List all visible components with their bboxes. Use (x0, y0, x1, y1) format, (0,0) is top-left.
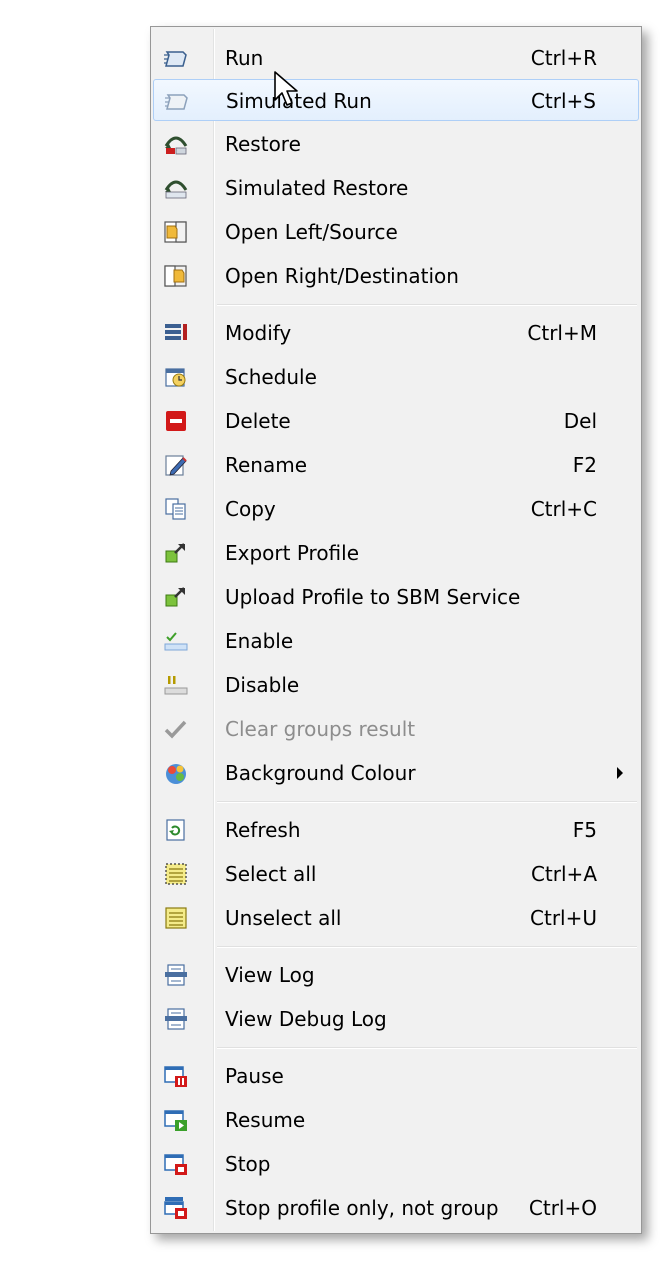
disable-icon (163, 673, 189, 697)
menu-item-label: Open Right/Destination (225, 264, 459, 288)
menu-item-label: Refresh (225, 818, 301, 842)
restore-icon (163, 132, 189, 156)
simulated-restore-icon (163, 176, 189, 200)
menu-item-label: Restore (225, 132, 301, 156)
delete-icon (163, 409, 189, 433)
menu-separator (217, 1047, 637, 1049)
menu-item-open-right-destination[interactable]: Open Right/Destination (153, 255, 639, 297)
menu-item-label: Stop profile only, not group (225, 1196, 499, 1220)
menu-item-label: Upload Profile to SBM Service (225, 585, 521, 609)
menu-item-pause[interactable]: Pause (153, 1055, 639, 1097)
refresh-icon (163, 818, 189, 842)
menu-item-modify[interactable]: Modify Ctrl+M (153, 312, 639, 354)
menu-item-label: Clear groups result (225, 717, 416, 741)
context-menu: Run Ctrl+R Simulated Run Ctrl+S Restore … (150, 26, 642, 1234)
menu-item-simulated-run[interactable]: Simulated Run Ctrl+S (153, 79, 639, 121)
menu-item-label: Resume (225, 1108, 306, 1132)
shortcut-text: Ctrl+M (527, 321, 597, 345)
menu-item-upload-profile[interactable]: Upload Profile to SBM Service (153, 576, 639, 618)
modify-icon (163, 321, 189, 345)
menu-item-restore[interactable]: Restore (153, 123, 639, 165)
enable-icon (163, 629, 189, 653)
menu-item-label: Disable (225, 673, 300, 697)
shortcut-text: Ctrl+O (528, 1196, 597, 1220)
open-right-icon (163, 264, 189, 288)
shortcut-text: Ctrl+C (530, 497, 597, 521)
menu-item-background-colour[interactable]: Background Colour (153, 752, 639, 794)
menu-item-label: Run (225, 46, 264, 70)
menu-item-label: Pause (225, 1064, 284, 1088)
menu-item-label: Export Profile (225, 541, 360, 565)
stop-profile-icon (163, 1196, 189, 1220)
menu-item-label: View Debug Log (225, 1007, 387, 1031)
menu-separator (217, 801, 637, 803)
menu-item-label: Background Colour (225, 761, 416, 785)
view-log-icon (163, 963, 189, 987)
menu-item-label: Unselect all (225, 906, 342, 930)
simulated-run-icon (164, 89, 190, 113)
menu-item-label: Schedule (225, 365, 317, 389)
menu-item-rename[interactable]: Rename F2 (153, 444, 639, 486)
menu-item-label: Simulated Restore (225, 176, 409, 200)
menu-separator (217, 304, 637, 306)
schedule-icon (163, 365, 189, 389)
unselect-all-icon (163, 906, 189, 930)
menu-item-stop-profile-only[interactable]: Stop profile only, not group Ctrl+O (153, 1187, 639, 1229)
open-left-icon (163, 220, 189, 244)
menu-item-stop[interactable]: Stop (153, 1143, 639, 1185)
menu-item-clear-groups-result: Clear groups result (153, 708, 639, 750)
menu-item-schedule[interactable]: Schedule (153, 356, 639, 398)
upload-icon (163, 585, 189, 609)
stop-icon (163, 1152, 189, 1176)
resume-icon (163, 1108, 189, 1132)
menu-item-refresh[interactable]: Refresh F5 (153, 809, 639, 851)
shortcut-text: Ctrl+U (530, 906, 597, 930)
select-all-icon (163, 862, 189, 886)
menu-item-label: Select all (225, 862, 317, 886)
menu-item-label: Enable (225, 629, 294, 653)
shortcut-text: F2 (572, 453, 597, 477)
copy-icon (163, 497, 189, 521)
rename-icon (163, 453, 189, 477)
shortcut-text: Ctrl+A (530, 862, 597, 886)
menu-item-unselect-all[interactable]: Unselect all Ctrl+U (153, 897, 639, 939)
menu-item-enable[interactable]: Enable (153, 620, 639, 662)
menu-item-label: Copy (225, 497, 276, 521)
mouse-cursor-icon (272, 70, 300, 110)
menu-item-run[interactable]: Run Ctrl+R (153, 37, 639, 79)
pause-icon (163, 1064, 189, 1088)
menu-item-label: Delete (225, 409, 291, 433)
menu-item-resume[interactable]: Resume (153, 1099, 639, 1141)
view-debug-log-icon (163, 1007, 189, 1031)
menu-item-label: View Log (225, 963, 315, 987)
shortcut-text: Del (563, 409, 597, 433)
menu-item-label: Stop (225, 1152, 271, 1176)
submenu-arrow-icon (617, 767, 623, 779)
menu-item-label: Modify (225, 321, 292, 345)
menu-item-select-all[interactable]: Select all Ctrl+A (153, 853, 639, 895)
menu-item-simulated-restore[interactable]: Simulated Restore (153, 167, 639, 209)
palette-icon (163, 761, 189, 785)
menu-item-view-log[interactable]: View Log (153, 954, 639, 996)
menu-item-view-debug-log[interactable]: View Debug Log (153, 998, 639, 1040)
export-icon (163, 541, 189, 565)
menu-item-label: Rename (225, 453, 308, 477)
run-icon (163, 46, 189, 70)
shortcut-text: Ctrl+R (530, 46, 597, 70)
shortcut-text: Ctrl+S (530, 89, 596, 113)
menu-item-delete[interactable]: Delete Del (153, 400, 639, 442)
checkmark-icon (163, 717, 189, 741)
menu-item-export-profile[interactable]: Export Profile (153, 532, 639, 574)
menu-separator (217, 946, 637, 948)
menu-item-open-left-source[interactable]: Open Left/Source (153, 211, 639, 253)
menu-item-disable[interactable]: Disable (153, 664, 639, 706)
shortcut-text: F5 (572, 818, 597, 842)
menu-item-label: Open Left/Source (225, 220, 398, 244)
menu-item-copy[interactable]: Copy Ctrl+C (153, 488, 639, 530)
